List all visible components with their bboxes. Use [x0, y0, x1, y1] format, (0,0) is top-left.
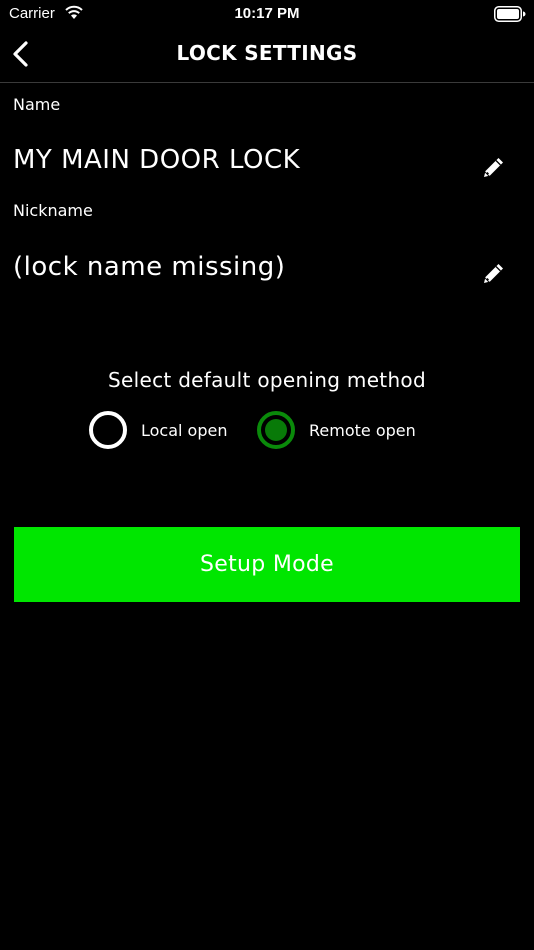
- nickname-value: (lock name missing): [13, 252, 286, 282]
- navigation-bar: LOCK SETTINGS: [0, 28, 534, 83]
- local-open-label[interactable]: Local open: [141, 421, 227, 440]
- page-title: LOCK SETTINGS: [176, 41, 358, 65]
- local-open-radio[interactable]: [89, 411, 127, 449]
- edit-nickname-button[interactable]: [481, 260, 507, 286]
- pencil-icon: [484, 264, 503, 283]
- opening-method-title: Select default opening method: [108, 368, 426, 392]
- status-bar: Carrier 10:17 PM: [0, 0, 534, 28]
- remote-open-label[interactable]: Remote open: [309, 421, 416, 440]
- setup-mode-button[interactable]: Setup Mode: [14, 527, 520, 602]
- radio-selected-dot: [265, 419, 287, 441]
- name-label: Name: [13, 95, 61, 114]
- pencil-icon: [484, 158, 503, 177]
- edit-name-button[interactable]: [481, 154, 507, 180]
- battery-icon: [494, 6, 526, 22]
- status-time: 10:17 PM: [234, 5, 300, 22]
- remote-open-radio[interactable]: [257, 411, 295, 449]
- name-value: MY MAIN DOOR LOCK: [13, 145, 301, 175]
- nickname-label: Nickname: [13, 201, 93, 220]
